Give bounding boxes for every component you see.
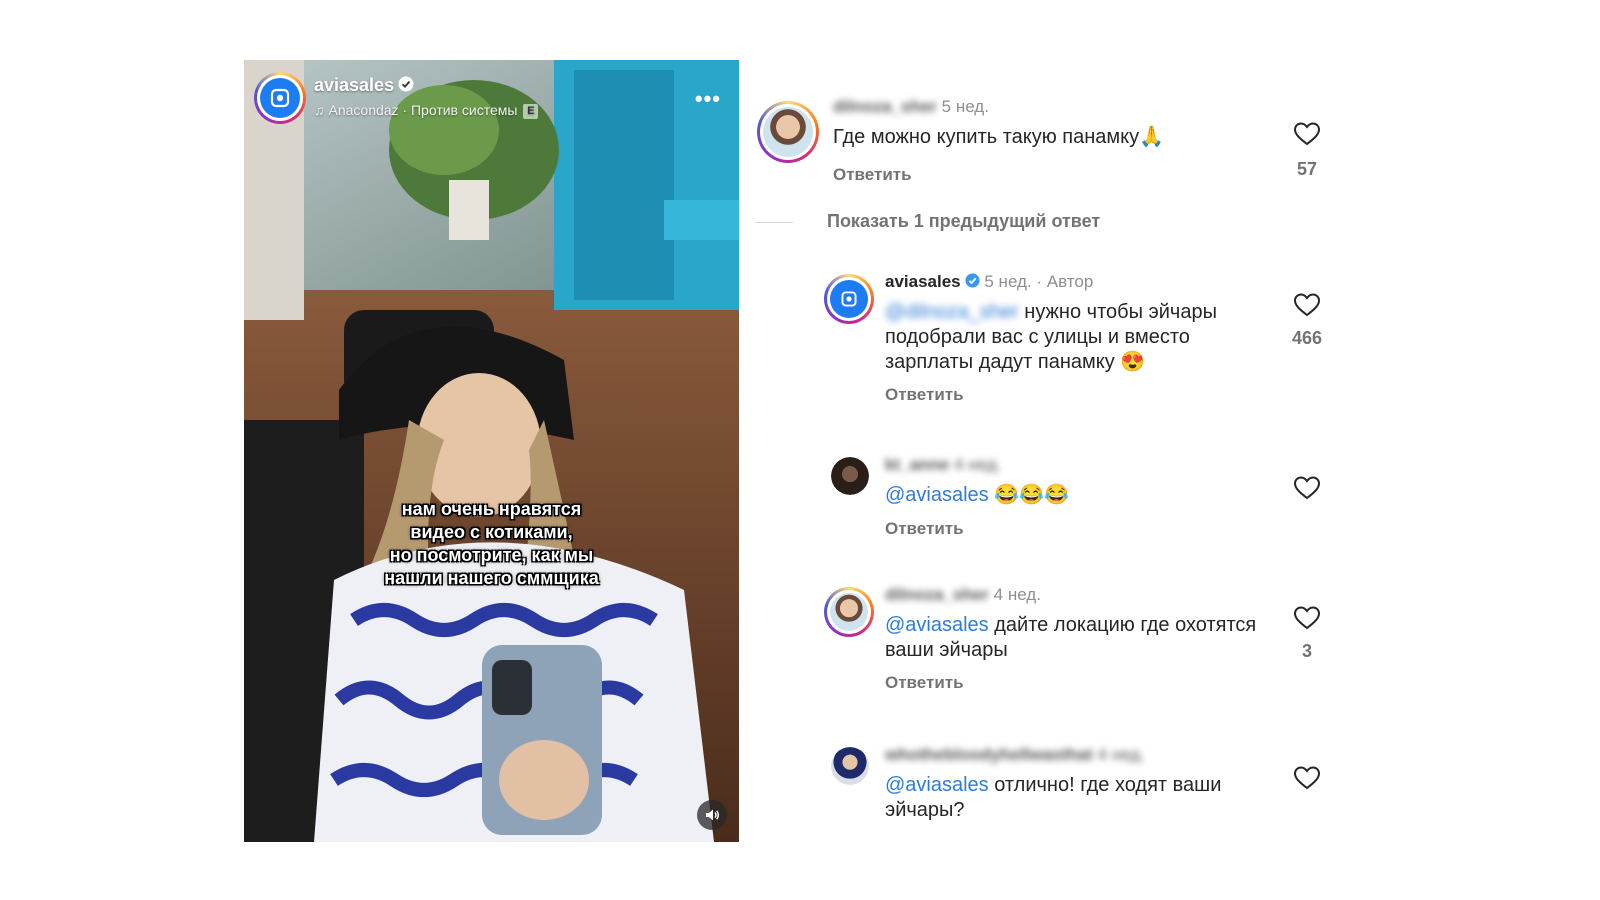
heart-icon[interactable] xyxy=(1293,765,1321,791)
video-username[interactable]: aviasales xyxy=(314,75,414,97)
video-header: aviasales ♫ Anacondaz · Против системы E •… xyxy=(254,72,729,124)
comment-meta: whothebloodyhellwasthat 4 нед. xyxy=(885,745,1145,765)
comment-text: @aviasales отлично! где ходят ваши эйчар… xyxy=(885,774,1222,821)
aviasales-logo-icon xyxy=(260,78,300,118)
music-note-icon: ♫ xyxy=(314,102,325,118)
mention-link[interactable]: @aviasales xyxy=(885,774,989,796)
comment-text: Где можно купить такую панамку🙏 xyxy=(833,126,1165,148)
video-caption: нам очень нравятся видео с котиками, но … xyxy=(384,499,599,588)
comment-time: 5 нед. xyxy=(941,97,989,116)
video-frame xyxy=(244,60,739,842)
aviasales-logo-icon xyxy=(830,280,868,318)
reply-comment: whothebloodyhellwasthat 4 нед. @aviasale… xyxy=(755,743,1355,833)
comment-text: @dilnoza_sher нужно чтобы эйчары подобра… xyxy=(885,301,1217,373)
comments-panel: dilnoza_sher 5 нед. Где можно купить так… xyxy=(755,95,1355,875)
avatar[interactable] xyxy=(824,274,874,324)
avatar[interactable] xyxy=(831,747,869,785)
heart-icon[interactable] xyxy=(1293,605,1321,631)
explicit-badge: E xyxy=(523,103,539,119)
divider xyxy=(755,222,793,223)
comment-meta: kt_anne 4 нед. xyxy=(885,455,1001,475)
comment-time: 4 нед. xyxy=(953,455,1002,474)
music-track[interactable]: ♫ Anacondaz · Против системы E xyxy=(314,102,539,119)
mention-link[interactable]: @dilnoza_sher xyxy=(885,301,1019,323)
comment-time: 5 нед. xyxy=(984,272,1032,291)
mention-link[interactable]: @aviasales xyxy=(885,614,989,636)
comment-text: @aviasales 😂😂😂 xyxy=(885,484,1069,506)
comment-meta: dilnoza_sher 5 нед. xyxy=(833,97,989,117)
heart-icon[interactable] xyxy=(1293,292,1321,318)
like-count: 466 xyxy=(1291,328,1323,348)
comment-author[interactable]: dilnoza_sher xyxy=(833,97,937,116)
comment-author[interactable]: dilnoza_sher xyxy=(885,585,989,604)
speaker-icon[interactable] xyxy=(697,800,727,830)
reply-button[interactable]: Ответить xyxy=(885,385,964,405)
comment-author[interactable]: kt_anne xyxy=(885,455,949,474)
comment-time: 4 нед. xyxy=(993,585,1041,604)
verified-icon xyxy=(965,272,980,293)
like-count: 3 xyxy=(1301,641,1312,661)
comment: dilnoza_sher 5 нед. Где можно купить так… xyxy=(755,95,1355,195)
author-tag: Автор xyxy=(1046,272,1094,291)
heart-icon[interactable] xyxy=(1293,121,1321,147)
comment-time: 4 нед. xyxy=(1097,745,1145,764)
heart-icon[interactable] xyxy=(1293,475,1321,501)
avatar[interactable] xyxy=(757,101,819,163)
reply-comment: aviasales 5 нед. · Автор @dilnoza_sher н… xyxy=(755,270,1355,410)
comment-author[interactable]: whothebloodyhellwasthat xyxy=(885,745,1093,764)
verified-icon xyxy=(398,76,414,97)
reply-comment: kt_anne 4 нед. @aviasales 😂😂😂 Ответить xyxy=(755,453,1355,553)
reel-video[interactable]: aviasales ♫ Anacondaz · Против системы E •… xyxy=(244,60,739,842)
more-horizontal-icon[interactable]: ••• xyxy=(695,86,721,112)
reply-comment: dilnoza_sher 4 нед. @aviasales дайте лок… xyxy=(755,583,1355,703)
show-previous-replies-button[interactable]: Показать 1 предыдущий ответ xyxy=(827,211,1100,232)
avatar[interactable] xyxy=(831,457,869,495)
comment-meta: aviasales 5 нед. · Автор xyxy=(885,272,1094,293)
reply-button[interactable]: Ответить xyxy=(885,673,964,693)
like-count: 57 xyxy=(1296,159,1318,179)
avatar[interactable] xyxy=(254,72,306,124)
comment-meta: dilnoza_sher 4 нед. xyxy=(885,585,1041,605)
mention-link[interactable]: @aviasales xyxy=(885,484,989,506)
comment-text: @aviasales дайте локацию где охотятся ва… xyxy=(885,614,1257,661)
avatar[interactable] xyxy=(824,587,874,637)
reply-button[interactable]: Ответить xyxy=(833,165,912,185)
comment-author[interactable]: aviasales xyxy=(885,272,961,291)
reply-button[interactable]: Ответить xyxy=(885,519,964,539)
